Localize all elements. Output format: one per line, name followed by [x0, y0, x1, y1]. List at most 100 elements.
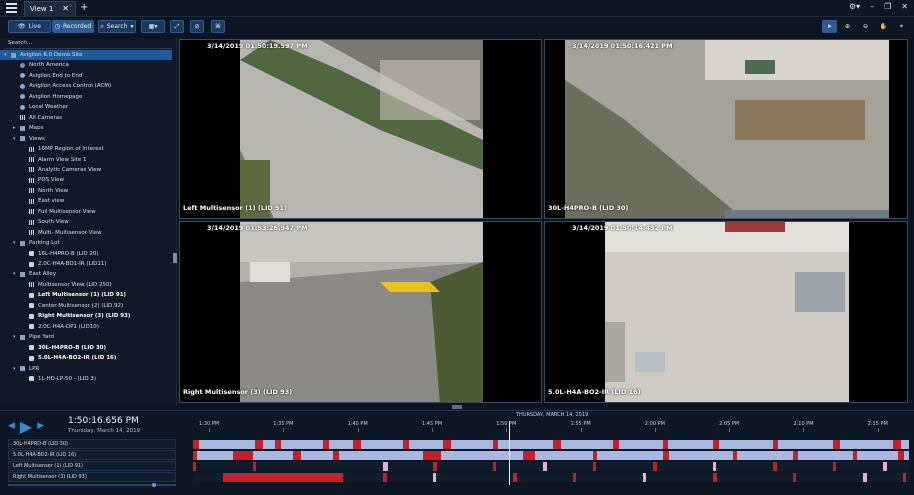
close-window-icon[interactable]: ✕ — [901, 2, 908, 11]
settings-gear-icon[interactable]: ⚙▾ — [849, 2, 860, 11]
tree-node[interactable]: All Cameras — [0, 113, 172, 123]
video-tile-3[interactable]: 3/14/2019 01:53:26.947 PM Right Multisen… — [179, 221, 542, 403]
expand-arrow-icon[interactable]: ▾ — [4, 52, 11, 58]
tree-node[interactable]: 30L-H4PRO-B (LID 30) — [0, 343, 172, 353]
tree-node[interactable]: 5.0L-H4A-BO2-IR (LID 16) — [0, 353, 172, 363]
motion-segment — [663, 440, 668, 449]
tree-node[interactable]: Avigilon Access Control (ACM) — [0, 81, 172, 91]
play-icon[interactable]: ▶ — [20, 417, 32, 436]
minimize-icon[interactable]: – — [870, 2, 874, 11]
motion-segment — [863, 473, 867, 482]
tab-label: View 1 — [30, 5, 54, 13]
zoom-reset-button[interactable]: ⌖ — [894, 20, 909, 33]
tree-node-label: Avigilon End to End — [29, 72, 83, 79]
tree-node[interactable]: Multisensor View (LID 250) — [0, 280, 172, 290]
tree-node[interactable]: East view — [0, 196, 172, 206]
expand-arrow-icon[interactable]: ▾ — [13, 240, 20, 246]
tree-node[interactable]: ▾ Views — [0, 134, 172, 144]
timeline-track[interactable] — [193, 440, 909, 449]
tree-node[interactable]: Center Multisensor (2) (LID 92) — [0, 301, 172, 311]
grid-icon — [29, 177, 34, 183]
step-forward-icon[interactable]: ▶︎ — [37, 421, 44, 431]
tree-node[interactable]: Left Multisensor (1) (LID 91) — [0, 290, 172, 300]
timeline-track[interactable] — [193, 462, 909, 471]
tree-node[interactable]: South View — [0, 217, 172, 227]
tree-node[interactable]: ▸ Maps — [0, 123, 172, 133]
tree-node-label: POS View — [38, 177, 64, 184]
timeline-row-label[interactable]: Left Multisensor (1) (LID 91) — [8, 461, 176, 471]
collapse-arrow-icon[interactable]: ▸ — [13, 125, 20, 131]
tree-node[interactable]: POS View — [0, 175, 172, 185]
sidebar-scroll-handle[interactable] — [173, 253, 177, 263]
layout-resize-handle[interactable] — [452, 405, 462, 409]
recorded-button[interactable]: ◷ Recorded — [52, 20, 94, 33]
tree-node[interactable]: ▾ East Alley — [0, 269, 172, 279]
video-tile-2[interactable]: 3/14/2019 01:50:16.421 PM 30L-H4PRO-B (L… — [544, 39, 908, 219]
timeline-track[interactable] — [193, 451, 909, 460]
tree-node[interactable]: Local Weather — [0, 102, 172, 112]
restore-icon[interactable]: ❐ — [884, 2, 891, 11]
tree-node[interactable]: ▾ Avigilon 6.0 Demo Site — [0, 50, 172, 60]
zoom-in-button[interactable]: ⊕ — [840, 20, 855, 33]
live-button[interactable]: 👁 Live — [8, 20, 51, 33]
motion-segment — [423, 451, 441, 460]
tree-node-label: 1L-HD-LP-50 - (LID 3) — [38, 375, 96, 382]
hamburger-menu-icon[interactable] — [6, 3, 17, 13]
timeline-track[interactable] — [193, 473, 909, 482]
tree-node[interactable]: 1L-HD-LP-50 - (LID 3) — [0, 374, 172, 384]
site-tree-button[interactable]: ⌘ — [211, 20, 225, 33]
cam-icon — [29, 355, 34, 361]
motion-segment — [903, 473, 906, 482]
tree-node[interactable]: Multi- Multisensor View — [0, 228, 172, 238]
tab-close-icon[interactable]: ✕ — [62, 4, 69, 13]
tree-node[interactable]: Avigilon End to End — [0, 71, 172, 81]
tree-node[interactable]: Full Multisensor View — [0, 207, 172, 217]
tree-node[interactable]: North America — [0, 60, 172, 70]
search-button[interactable]: ⌕ Search ▾ — [98, 20, 136, 33]
motion-segment — [593, 462, 596, 471]
tree-node[interactable]: 2.0C-H4A-BO1-IR (LID11) — [0, 259, 172, 269]
expand-arrow-icon[interactable]: ▾ — [13, 271, 20, 277]
grid-icon — [29, 282, 34, 288]
tree-node[interactable]: North View — [0, 186, 172, 196]
timeline-zoom-slider[interactable] — [8, 483, 176, 487]
tree-node[interactable]: ▾ LPR — [0, 364, 172, 374]
motion-segment — [553, 440, 561, 449]
grid-icon — [29, 157, 34, 162]
hide-overlays-button[interactable]: ⊘ — [190, 20, 204, 33]
tab-view-1[interactable]: View 1 ✕ — [24, 1, 76, 17]
expand-arrow-icon[interactable]: ▾ — [13, 136, 20, 142]
motion-segment — [323, 440, 329, 449]
motion-segment — [713, 462, 716, 471]
search-icon: ⌕ — [100, 22, 104, 30]
tree-node[interactable]: Analytic Cameras View — [0, 165, 172, 175]
zoom-out-button[interactable]: ⊖ — [858, 20, 873, 33]
tree-node[interactable]: Alarm View Site 1 — [0, 155, 172, 165]
video-tile-1[interactable]: 3/14/2019 01:50:19.597 PM Left Multisens… — [179, 39, 542, 219]
tree-node-label: East Alley — [29, 271, 57, 278]
pan-button[interactable]: ✋ — [876, 20, 891, 33]
tree-node[interactable]: ▾ Pipe Yard — [0, 332, 172, 342]
tree-node-label: Left Multisensor (1) (LID 91) — [38, 292, 127, 299]
timeline-row-label[interactable]: 5.0L-H4A-BO2-IR (LID 16) — [8, 450, 176, 460]
select-tool-button[interactable]: ➤ — [822, 20, 837, 33]
timeline-row-label[interactable]: 30L-H4PRO-B (LID 30) — [8, 439, 176, 449]
layout-button[interactable]: ▦▾ — [141, 20, 165, 33]
tree-node[interactable]: Avigilon Homepage — [0, 92, 172, 102]
expand-arrow-icon[interactable]: ▾ — [13, 366, 20, 372]
site-tree-search-input[interactable]: Search... — [4, 40, 172, 49]
timeline-playhead[interactable] — [509, 421, 510, 485]
tree-node[interactable]: ▾ Parking Lot — [0, 238, 172, 248]
tree-node[interactable]: 16L-H4PRO-B (LID 20) — [0, 249, 172, 259]
video-tile-4[interactable]: 3/14/2019 01:50:14.492 PM 5.0L-H4A-BO2-I… — [544, 221, 908, 403]
add-tab-icon[interactable]: + — [80, 2, 88, 13]
tree-node[interactable]: 16MP Region of Interest — [0, 144, 172, 154]
tree-node[interactable]: 2.0C-H4A-DP1 (LID10) — [0, 322, 172, 332]
timeline-row-label[interactable]: Right Multisensor (3) (LID 93) — [8, 472, 176, 482]
expand-arrow-icon[interactable]: ▾ — [13, 334, 20, 340]
step-back-icon[interactable]: ◀︎ — [8, 421, 15, 431]
fullscreen-button[interactable]: ⤢ — [170, 20, 184, 33]
tree-node-label: 16L-H4PRO-B (LID 20) — [38, 250, 99, 257]
tree-node[interactable]: Right Multisensor (3) (LID 93) — [0, 311, 172, 321]
tile-camera-name: Left Multisensor (1) (LID 91) — [183, 204, 288, 212]
